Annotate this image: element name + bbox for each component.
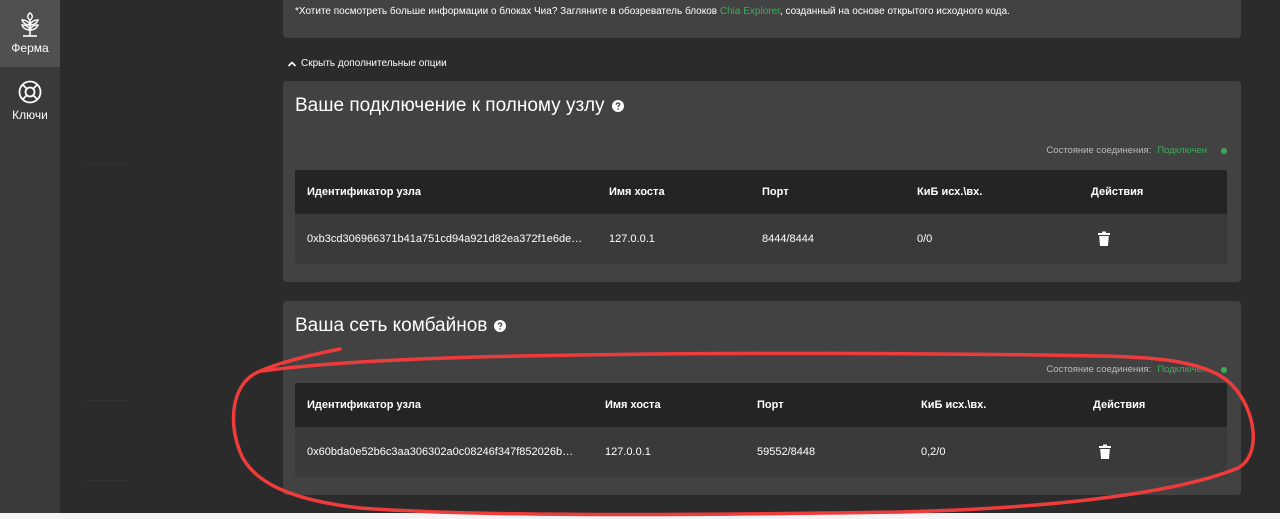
sidebar: Ферма Ключи: [0, 0, 60, 519]
connection-status: Состояние соединения: Подключен: [1046, 364, 1227, 375]
card-title: Ваше подключение к полному узлу: [295, 95, 624, 117]
node-id-cell: 0xb3cd306966371b41a751cd94a921d82ea372f1…: [307, 233, 583, 245]
harvester-network-card: Ваша сеть комбайнов Состояние соединения…: [283, 301, 1241, 495]
divider: [84, 400, 128, 401]
column-header: Идентификатор узла: [307, 399, 421, 411]
actions-cell: [1098, 427, 1112, 477]
bottom-edge: [0, 513, 1280, 519]
table-row: 0xb3cd306966371b41a751cd94a921d82ea372f1…: [295, 214, 1227, 264]
connection-status: Состояние соединения: Подключен: [1046, 145, 1227, 156]
column-header: Имя хоста: [609, 186, 665, 198]
full-node-table: Идентификатор узла Имя хоста Порт КиБ ис…: [295, 170, 1227, 264]
column-header: Действия: [1093, 399, 1146, 411]
delete-connection-trash-icon[interactable]: [1097, 231, 1111, 247]
left-gutter: [60, 0, 270, 519]
explorer-info-card: *Хотите посмотреть больше информации о б…: [283, 0, 1241, 38]
table-header: Идентификатор узла Имя хоста Порт КиБ ис…: [295, 170, 1227, 214]
status-dot-icon: [1221, 147, 1227, 154]
port-cell: 59552/8448: [757, 446, 816, 458]
harvester-table: Идентификатор узла Имя хоста Порт КиБ ис…: [295, 383, 1227, 477]
traffic-cell: 0,2/0: [921, 446, 946, 458]
explorer-info-text: *Хотите посмотреть больше информации о б…: [295, 6, 1010, 17]
column-header: Порт: [757, 399, 784, 411]
sidebar-item-label: Ключи: [12, 107, 48, 122]
full-node-connections-card: Ваше подключение к полному узлу Состояни…: [283, 81, 1241, 282]
divider: [84, 163, 128, 164]
table-header: Идентификатор узла Имя хоста Порт КиБ ис…: [295, 383, 1227, 427]
delete-connection-trash-icon[interactable]: [1098, 444, 1112, 460]
help-icon[interactable]: [611, 100, 624, 112]
card-title: Ваша сеть комбайнов: [295, 315, 507, 337]
toggle-label: Скрыть дополнительные опции: [301, 58, 447, 69]
actions-cell: [1097, 214, 1111, 264]
divider: [84, 480, 128, 481]
keys-lifebuoy-icon: [18, 80, 42, 103]
column-header: КиБ исх.\вх.: [917, 186, 983, 198]
status-dot-icon: [1221, 366, 1227, 373]
column-header: Порт: [762, 186, 789, 198]
chia-explorer-link[interactable]: Chia Explorer: [720, 6, 780, 17]
status-value: Подключен: [1157, 364, 1207, 375]
sidebar-item-keys[interactable]: Ключи: [0, 67, 60, 133]
column-header: Идентификатор узла: [307, 186, 421, 198]
sidebar-item-farm[interactable]: Ферма: [0, 0, 60, 67]
status-value: Подключен: [1157, 145, 1207, 156]
hide-advanced-options-toggle[interactable]: Скрыть дополнительные опции: [287, 58, 447, 69]
hostname-cell: 127.0.0.1: [605, 446, 651, 458]
port-cell: 8444/8444: [762, 233, 814, 245]
sidebar-item-label: Ферма: [11, 41, 49, 55]
table-row: 0x60bda0e52b6c3aa306302a0c08246f347f8520…: [295, 427, 1227, 477]
column-header: КиБ исх.\вх.: [921, 399, 987, 411]
node-id-cell: 0x60bda0e52b6c3aa306302a0c08246f347f8520…: [307, 446, 574, 458]
help-icon[interactable]: [494, 320, 507, 332]
column-header: Имя хоста: [605, 399, 661, 411]
column-header: Действия: [1091, 186, 1144, 198]
chevron-up-icon: [287, 60, 297, 67]
hostname-cell: 127.0.0.1: [609, 233, 655, 245]
traffic-cell: 0/0: [917, 233, 933, 245]
farm-sprout-icon: [21, 12, 39, 37]
